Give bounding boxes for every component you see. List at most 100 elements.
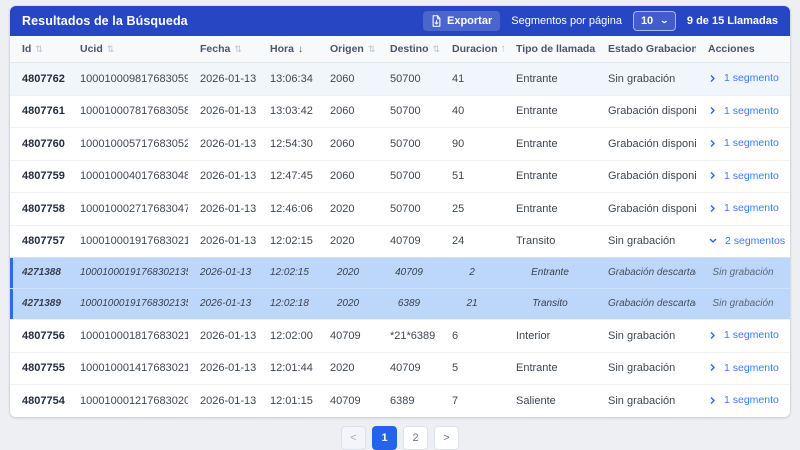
table-row: 4807754100010001217683020752026-01-1312:…	[10, 385, 790, 417]
cell-id: 4271389	[10, 289, 68, 320]
cell-fecha: 2026-01-13	[188, 193, 258, 226]
pagination: <12>	[10, 426, 790, 450]
cell-id: 4807760	[10, 128, 68, 161]
segments-toggle[interactable]: 2 segmentos	[708, 235, 785, 247]
cell-origen: 2020	[318, 289, 378, 320]
segments-toggle[interactable]: 1 segmento	[708, 362, 779, 374]
column-header-destino[interactable]: Destino⇅	[378, 36, 440, 63]
cell-fecha: 2026-01-13	[188, 95, 258, 128]
column-header-estado[interactable]: Estado Grabacion⇅	[596, 36, 696, 63]
table-row: 4807755100010001417683021042026-01-1312:…	[10, 352, 790, 385]
file-export-icon	[431, 15, 442, 27]
cell-duracion: 90	[440, 128, 504, 161]
segments-toggle-label: 1 segmento	[724, 202, 779, 214]
cell-origen: 40709	[318, 385, 378, 417]
segments-toggle[interactable]: 1 segmento	[708, 137, 779, 149]
cell-origen: 2060	[318, 63, 378, 96]
cell-id: 4807754	[10, 385, 68, 417]
cell-origen: 2020	[318, 193, 378, 226]
segments-toggle-label: 1 segmento	[724, 329, 779, 341]
pagination-next[interactable]: >	[434, 426, 459, 450]
export-button-label: Exportar	[447, 15, 492, 27]
cell-duracion: 5	[440, 352, 504, 385]
cell-estado: Sin grabación	[596, 320, 696, 353]
column-header-tipo[interactable]: Tipo de llamada⇅	[504, 36, 596, 63]
column-label: Destino	[390, 43, 429, 55]
cell-fecha: 2026-01-13	[188, 128, 258, 161]
cell-destino: *21*6389	[378, 320, 440, 353]
page-background: Resultados de la Búsqueda Exportar Segme…	[0, 0, 800, 450]
cell-fecha: 2026-01-13	[188, 258, 258, 289]
cell-destino: 40709	[378, 258, 440, 289]
cell-hora: 12:46:06	[258, 193, 318, 226]
cell-fecha: 2026-01-13	[188, 352, 258, 385]
segments-toggle[interactable]: 1 segmento	[708, 329, 779, 341]
cell-destino: 50700	[378, 128, 440, 161]
chevron-right-icon	[708, 396, 717, 405]
cell-id: 4807757	[10, 225, 68, 258]
cell-id: 4807756	[10, 320, 68, 353]
cell-estado: Grabación descartada	[596, 289, 696, 320]
column-header-id[interactable]: Id⇅	[10, 36, 68, 63]
results-card: Resultados de la Búsqueda Exportar Segme…	[10, 6, 790, 417]
cell-acciones: 1 segmento	[696, 160, 790, 193]
cell-acciones: 1 segmento	[696, 128, 790, 161]
cell-origen: 2020	[318, 352, 378, 385]
segments-toggle[interactable]: 1 segmento	[708, 170, 779, 182]
cell-destino: 40709	[378, 225, 440, 258]
segments-toggle-label: 2 segmentos	[725, 235, 785, 247]
cell-duracion: 6	[440, 320, 504, 353]
segments-per-page-select[interactable]: 10 ⌄	[633, 11, 676, 31]
cell-estado: Sin grabación	[596, 352, 696, 385]
cell-origen: 2020	[318, 258, 378, 289]
column-label: Ucid	[80, 43, 103, 55]
column-header-hora[interactable]: Hora↓	[258, 36, 318, 63]
segment-subrow: 4271389100010001917683021352026-01-1312:…	[10, 289, 790, 320]
cell-hora: 13:03:42	[258, 95, 318, 128]
table-body: 4807762100010009817683059942026-01-1313:…	[10, 63, 790, 417]
cell-estado: Sin grabación	[596, 225, 696, 258]
cell-hora: 12:01:15	[258, 385, 318, 417]
chevron-down-icon	[708, 236, 718, 245]
cell-tipo: Entrante	[504, 258, 596, 289]
column-header-fecha[interactable]: Fecha⇅	[188, 36, 258, 63]
column-label: Hora	[270, 43, 294, 55]
segments-toggle-label: 1 segmento	[724, 105, 779, 117]
cell-tipo: Interior	[504, 320, 596, 353]
cell-duracion: 7	[440, 385, 504, 417]
cell-duracion: 51	[440, 160, 504, 193]
cell-tipo: Entrante	[504, 352, 596, 385]
segments-toggle[interactable]: 1 segmento	[708, 202, 779, 214]
cell-ucid: 10001000781768305822	[68, 95, 188, 128]
column-label: Tipo de llamada	[516, 43, 595, 55]
column-header-ucid[interactable]: Ucid⇅	[68, 36, 188, 63]
cell-duracion: 21	[440, 289, 504, 320]
segments-toggle[interactable]: 1 segmento	[708, 105, 779, 117]
cell-origen: 2060	[318, 160, 378, 193]
cell-destino: 6389	[378, 289, 440, 320]
column-label: Estado Grabacion	[608, 43, 696, 55]
results-table: Id⇅Ucid⇅Fecha⇅Hora↓Origen⇅Destino⇅Duraci…	[10, 36, 790, 417]
segments-toggle-label: 1 segmento	[724, 72, 779, 84]
cell-id: 4807759	[10, 160, 68, 193]
pagination-page-2[interactable]: 2	[403, 426, 428, 450]
chevron-right-icon	[708, 74, 717, 83]
segments-toggle[interactable]: 1 segmento	[708, 394, 779, 406]
column-header-duracion[interactable]: Duracion⇅	[440, 36, 504, 63]
chevron-right-icon	[708, 171, 717, 180]
column-header-origen[interactable]: Origen⇅	[318, 36, 378, 63]
segments-toggle[interactable]: 1 segmento	[708, 72, 779, 84]
cell-id: 4807762	[10, 63, 68, 96]
pagination-prev[interactable]: <	[341, 426, 366, 450]
cell-tipo: Entrante	[504, 95, 596, 128]
cell-fecha: 2026-01-13	[188, 320, 258, 353]
cell-duracion: 40	[440, 95, 504, 128]
cell-tipo: Transito	[504, 225, 596, 258]
pagination-page-1[interactable]: 1	[372, 426, 397, 450]
cell-ucid: 10001000191768302135	[68, 258, 188, 289]
cell-estado: Grabación descartada	[596, 258, 696, 289]
export-button[interactable]: Exportar	[423, 11, 500, 31]
cell-estado: Sin grabación	[596, 385, 696, 417]
cell-destino: 50700	[378, 160, 440, 193]
table-header-row: Id⇅Ucid⇅Fecha⇅Hora↓Origen⇅Destino⇅Duraci…	[10, 36, 790, 63]
